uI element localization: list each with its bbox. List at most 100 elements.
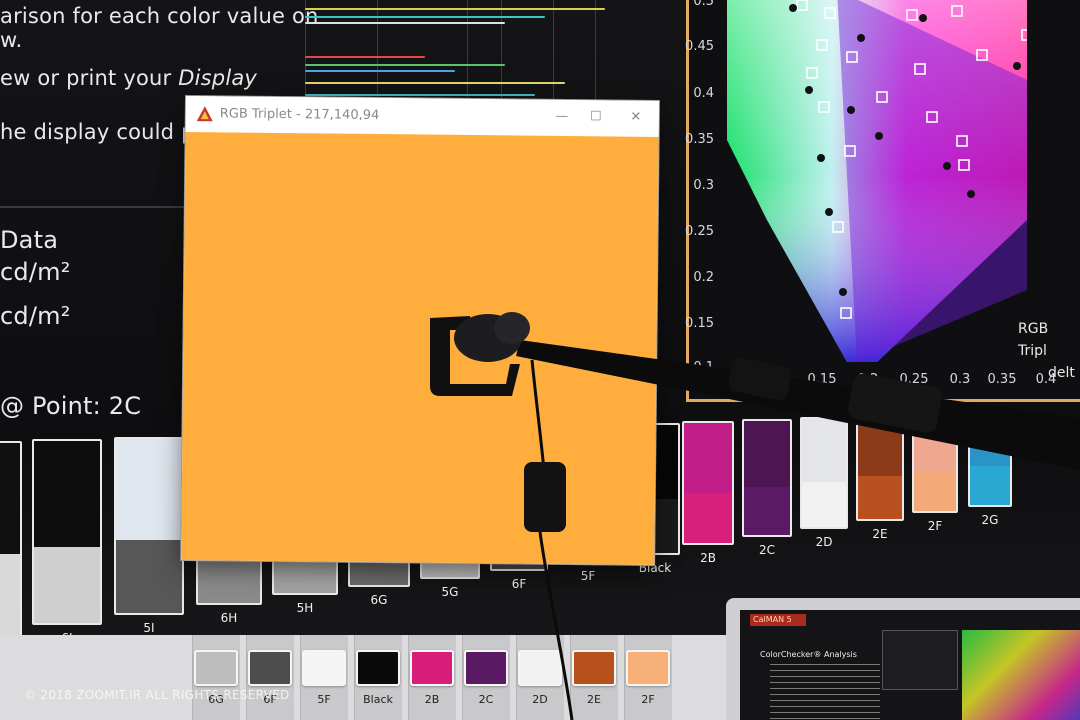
color-swatch[interactable] <box>410 650 454 686</box>
y-tick: 0.35 <box>685 132 714 147</box>
y-tick: 0.25 <box>685 224 714 239</box>
patch-label: 6G <box>370 593 388 607</box>
bar <box>305 22 505 24</box>
bar <box>305 82 565 84</box>
color-patch[interactable] <box>682 421 734 545</box>
color-patch[interactable] <box>800 417 848 529</box>
patch-measured <box>744 421 790 488</box>
grid-line <box>595 0 596 110</box>
color-swatch[interactable] <box>356 650 400 686</box>
measured-point <box>857 34 865 42</box>
cie-title-line-1: RGB Tripl <box>1018 321 1049 359</box>
measured-point <box>839 288 847 296</box>
patch-label: 2E <box>872 527 888 541</box>
patch-target <box>802 481 846 527</box>
measured-point <box>789 4 797 12</box>
y-tick: 0.1 <box>693 360 714 375</box>
patch-target <box>0 554 20 635</box>
patch-target <box>116 539 182 613</box>
laptop-cie-chart <box>962 630 1080 720</box>
cie-diagram-svg <box>727 0 1027 362</box>
color-swatch[interactable] <box>194 650 238 686</box>
patch-label: 6F <box>511 577 527 591</box>
patch-label: 5I <box>143 621 155 635</box>
maximize-button[interactable]: ☐ <box>585 106 607 128</box>
display-word: Display <box>178 66 258 90</box>
patch-label: 2B <box>700 551 716 565</box>
cie-chromaticity-plot <box>727 0 1027 362</box>
patch-label: 2G <box>981 513 999 527</box>
patch-target <box>34 546 100 623</box>
patch-measured <box>0 443 20 555</box>
laptop-graph-panel <box>882 630 958 690</box>
luminance-unit-1: cd/m² <box>0 258 71 286</box>
patch-label: 2F <box>927 519 943 533</box>
bar <box>305 16 545 18</box>
patch-measured <box>34 441 100 547</box>
cie-chart-title: RGB Tripl delt <box>1018 318 1080 384</box>
y-tick: 0.45 <box>685 39 714 54</box>
x-tick: 0.25 <box>899 372 929 387</box>
minimize-button[interactable]: — <box>551 106 573 128</box>
bar <box>305 8 605 10</box>
x-tick: 0.35 <box>987 372 1017 387</box>
description-line-2: w. <box>0 28 23 52</box>
measured-point <box>817 154 825 162</box>
color-swatch[interactable] <box>302 650 346 686</box>
patch-target <box>744 487 790 535</box>
y-tick: 0.2 <box>693 270 714 285</box>
color-swatch[interactable] <box>626 650 670 686</box>
color-patch[interactable] <box>0 441 22 637</box>
laptop-app-tab[interactable]: CalMAN 5 <box>750 614 806 626</box>
copyright-watermark: © 2018 ZOOMIT.IR ALL RIGHTS RESERVED <box>24 688 290 702</box>
measured-point <box>967 190 975 198</box>
bar <box>305 94 535 96</box>
swatch-label: 2F <box>641 693 655 706</box>
swatch-label: 5F <box>317 693 331 706</box>
color-patch[interactable] <box>912 413 958 513</box>
laptop-analysis-heading: ColorChecker® Analysis <box>760 650 857 659</box>
section-divider <box>0 206 186 208</box>
calman-app-icon <box>196 106 213 122</box>
rgb-triplet-window[interactable]: RGB Triplet - 217,140,94 — ☐ ✕ <box>181 96 659 565</box>
swatch-label: 2C <box>478 693 494 706</box>
description-line-3: ew or print your Display <box>0 66 257 90</box>
patch-label: 5H <box>296 601 314 615</box>
swatch-label: 2E <box>587 693 601 706</box>
patch-target <box>914 470 956 511</box>
patch-label: 2C <box>758 543 775 557</box>
delta-bar-graph <box>305 0 685 110</box>
color-patch[interactable] <box>114 437 184 615</box>
description-line-3-text: ew or print your <box>0 66 179 90</box>
y-tick: 0.3 <box>693 178 714 193</box>
near-patch-strip: 6G 6F 5F Black 2B 2C 2D 2E 2F <box>0 635 740 720</box>
patch-measured <box>802 419 846 482</box>
y-tick: 0.4 <box>693 86 714 101</box>
y-tick: 0.15 <box>685 316 714 331</box>
x-tick: 0.3 <box>949 372 971 387</box>
laptop-screen: CalMAN 5 ColorChecker® Analysis <box>740 610 1080 720</box>
measured-point <box>847 106 855 114</box>
y-tick: 0.5 <box>693 0 714 9</box>
color-patch[interactable] <box>32 439 102 625</box>
luminance-unit-2: cd/m² <box>0 302 71 330</box>
patch-label: 5F <box>580 569 596 583</box>
color-patch[interactable] <box>968 411 1012 507</box>
close-button[interactable]: ✕ <box>625 107 647 129</box>
measured-point <box>943 162 951 170</box>
measured-point <box>919 14 927 22</box>
cie-title-line-2: delt <box>1048 365 1075 381</box>
swatch-label: 2D <box>532 693 548 706</box>
x-tick: 0.15 <box>807 372 837 387</box>
color-patch[interactable] <box>856 415 904 521</box>
x-tick: 0.2 <box>857 372 879 387</box>
window-titlebar[interactable]: RGB Triplet - 217,140,94 — ☐ ✕ <box>185 96 659 137</box>
color-swatch[interactable] <box>518 650 562 686</box>
color-fill-area <box>181 131 659 565</box>
color-swatch[interactable] <box>572 650 616 686</box>
color-patch[interactable] <box>742 419 792 537</box>
patch-measured <box>684 423 732 493</box>
color-swatch[interactable] <box>464 650 508 686</box>
color-swatch[interactable] <box>248 650 292 686</box>
patch-target <box>970 466 1010 505</box>
